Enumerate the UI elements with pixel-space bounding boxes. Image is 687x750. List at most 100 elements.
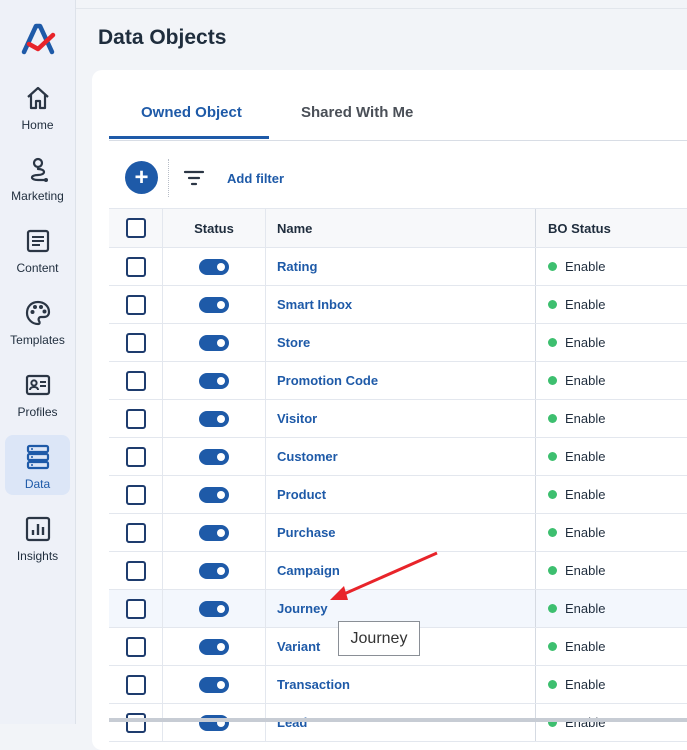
- bo-status-text: Enable: [565, 297, 606, 312]
- toggle-knob: [217, 452, 225, 461]
- route-icon: [30, 157, 48, 182]
- status-dot: [548, 528, 557, 537]
- table-row[interactable]: Visitor Enable: [109, 400, 687, 438]
- row-checkbox[interactable]: [125, 370, 146, 391]
- sidebar-item-marketing[interactable]: Marketing: [5, 151, 70, 211]
- status-toggle[interactable]: [199, 676, 229, 693]
- status-toggle[interactable]: [199, 524, 229, 541]
- row-checkbox[interactable]: [125, 674, 146, 695]
- status-toggle[interactable]: [199, 258, 229, 275]
- status-toggle[interactable]: [199, 410, 229, 427]
- row-checkbox[interactable]: [125, 598, 146, 619]
- toggle-knob: [217, 338, 225, 347]
- filter-icon[interactable]: [183, 168, 205, 188]
- status-toggle[interactable]: [199, 334, 229, 351]
- object-name-link[interactable]: Visitor: [277, 411, 317, 426]
- table-row[interactable]: Store Enable: [109, 324, 687, 362]
- row-checkbox[interactable]: [125, 446, 146, 467]
- status-toggle[interactable]: [199, 486, 229, 503]
- status-dot: [548, 376, 557, 385]
- row-checkbox[interactable]: [125, 636, 146, 657]
- id-card-icon: [25, 374, 50, 396]
- object-name-link[interactable]: Product: [277, 487, 326, 502]
- table-row[interactable]: Transaction Enable: [109, 666, 687, 704]
- object-name-link[interactable]: Transaction: [277, 677, 350, 692]
- status-dot: [548, 490, 557, 499]
- object-name-link[interactable]: Customer: [277, 449, 338, 464]
- status-toggle[interactable]: [199, 714, 229, 731]
- top-bar: [76, 0, 687, 9]
- table-row[interactable]: Customer Enable: [109, 438, 687, 476]
- object-name-link[interactable]: Journey: [277, 601, 328, 616]
- toggle-knob: [217, 604, 225, 613]
- tab-owned-object[interactable]: Owned Object: [141, 104, 242, 121]
- sidebar-item-profiles[interactable]: Profiles: [5, 367, 70, 427]
- status-dot: [548, 300, 557, 309]
- page-title: Data Objects: [98, 26, 227, 49]
- status-toggle[interactable]: [199, 448, 229, 465]
- sidebar-item-insights[interactable]: Insights: [5, 511, 70, 571]
- select-all-checkbox[interactable]: [125, 218, 146, 238]
- header-status[interactable]: Status: [194, 221, 234, 236]
- object-name-link[interactable]: Promotion Code: [277, 373, 378, 388]
- toggle-knob: [217, 262, 225, 271]
- status-toggle[interactable]: [199, 562, 229, 579]
- row-checkbox[interactable]: [125, 294, 146, 315]
- object-name-link[interactable]: Campaign: [277, 563, 340, 578]
- bo-status-text: Enable: [565, 259, 606, 274]
- object-name-link[interactable]: Store: [277, 335, 310, 350]
- table-row[interactable]: Smart Inbox Enable: [109, 286, 687, 324]
- status-toggle[interactable]: [199, 600, 229, 617]
- document-icon: [26, 229, 49, 253]
- add-button[interactable]: +: [125, 161, 158, 194]
- table-row[interactable]: Promotion Code Enable: [109, 362, 687, 400]
- table-row[interactable]: Lead Enable: [109, 704, 687, 742]
- row-checkbox[interactable]: [125, 522, 146, 543]
- row-checkbox[interactable]: [125, 712, 146, 733]
- table-row[interactable]: Rating Enable: [109, 248, 687, 286]
- table-row[interactable]: Campaign Enable: [109, 552, 687, 590]
- status-toggle[interactable]: [199, 296, 229, 313]
- row-checkbox[interactable]: [125, 256, 146, 277]
- sidebar-item-content[interactable]: Content: [5, 223, 70, 283]
- data-objects-table: Status Name BO Status Rating Enable Smart …: [109, 208, 687, 742]
- toggle-knob: [217, 376, 225, 385]
- sidebar-item-label: Data: [24, 477, 51, 491]
- toggle-knob: [217, 642, 225, 651]
- status-toggle[interactable]: [199, 372, 229, 389]
- table-body: Rating Enable Smart Inbox Enable Store Enable…: [109, 248, 687, 742]
- add-filter-button[interactable]: Add filter: [227, 171, 284, 186]
- header-bo-status[interactable]: BO Status: [548, 221, 611, 236]
- status-toggle[interactable]: [199, 638, 229, 655]
- table-scroll-edge: [109, 718, 687, 722]
- row-checkbox[interactable]: [125, 484, 146, 505]
- sidebar-item-data[interactable]: Data: [5, 435, 70, 495]
- status-dot: [548, 452, 557, 461]
- toggle-knob: [217, 414, 225, 423]
- row-checkbox[interactable]: [125, 332, 146, 353]
- sidebar-item-label: Templates: [10, 333, 65, 347]
- row-checkbox[interactable]: [125, 408, 146, 429]
- table-row[interactable]: Product Enable: [109, 476, 687, 514]
- object-name-link[interactable]: Variant: [277, 639, 320, 654]
- sidebar-item-label: Home: [21, 118, 54, 132]
- header-name[interactable]: Name: [277, 221, 312, 236]
- database-icon: [26, 444, 49, 470]
- tab-shared-with-me[interactable]: Shared With Me: [301, 104, 413, 121]
- app-logo[interactable]: [20, 22, 56, 56]
- table-row[interactable]: Purchase Enable: [109, 514, 687, 552]
- bo-status-text: Enable: [565, 563, 606, 578]
- sidebar-item-label: Insights: [16, 549, 59, 563]
- status-dot: [548, 262, 557, 271]
- status-dot: [548, 604, 557, 613]
- object-name-link[interactable]: Smart Inbox: [277, 297, 352, 312]
- toggle-knob: [217, 566, 225, 575]
- bo-status-text: Enable: [565, 411, 606, 426]
- row-checkbox[interactable]: [125, 560, 146, 581]
- sidebar-item-templates[interactable]: Templates: [5, 295, 70, 355]
- status-dot: [548, 642, 557, 651]
- bo-status-text: Enable: [565, 639, 606, 654]
- object-name-link[interactable]: Purchase: [277, 525, 336, 540]
- object-name-link[interactable]: Rating: [277, 259, 317, 274]
- sidebar-item-home[interactable]: Home: [5, 80, 70, 140]
